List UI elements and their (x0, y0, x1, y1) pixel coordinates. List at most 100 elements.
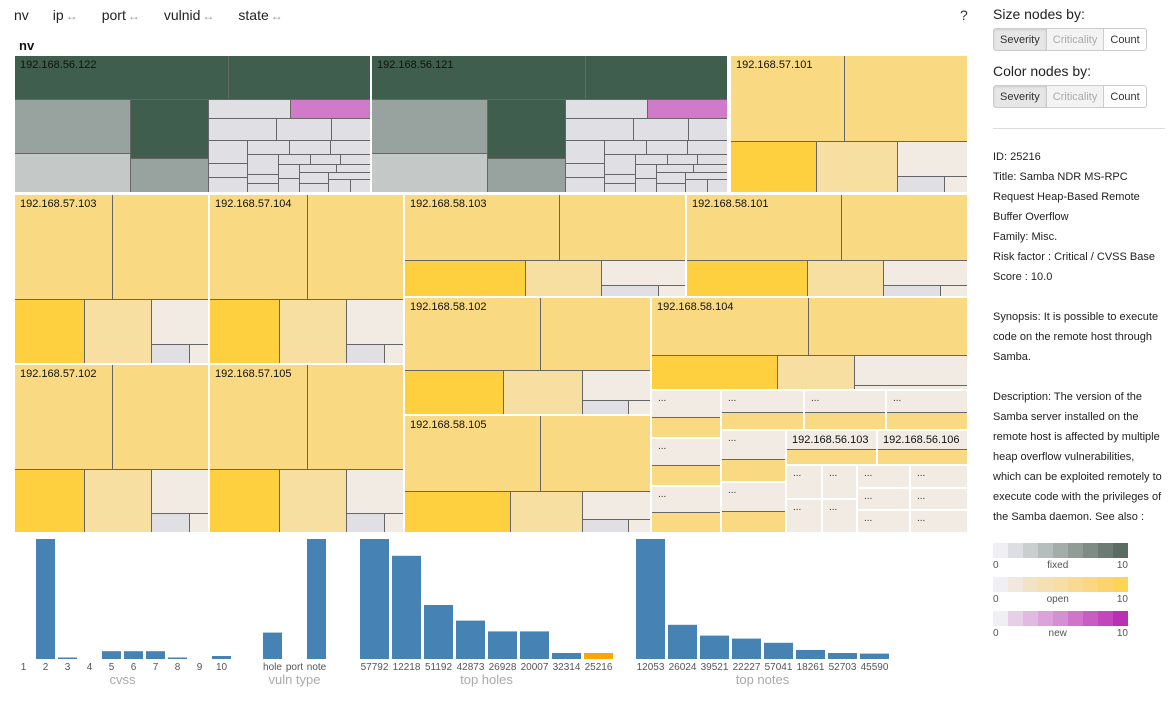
treemap-node[interactable] (130, 99, 209, 159)
treemap-node[interactable] (276, 118, 332, 141)
bar-top-notes-26024[interactable] (668, 624, 697, 659)
bar-top-holes-51192[interactable] (424, 605, 453, 659)
host-node[interactable]: 192.168.58.104 (651, 297, 968, 390)
treemap-node[interactable] (635, 178, 657, 192)
treemap-node[interactable] (278, 164, 300, 179)
treemap-node[interactable] (582, 400, 629, 414)
treemap-node[interactable] (510, 491, 583, 532)
host-node[interactable]: ... (786, 465, 822, 499)
treemap-node[interactable] (350, 179, 370, 192)
treemap-node[interactable] (687, 260, 808, 296)
nav-item-vulnid[interactable]: vulnid ↔ (164, 7, 215, 27)
treemap-node[interactable] (628, 400, 650, 414)
treemap-node[interactable] (189, 344, 208, 363)
host-node[interactable]: ... (822, 465, 857, 499)
bar-top-holes-25216[interactable] (584, 653, 613, 659)
host-node[interactable]: 192.168.58.101 (686, 194, 968, 297)
treemap-node[interactable] (278, 178, 300, 192)
breadcrumb[interactable]: nv (19, 38, 34, 53)
treemap-node[interactable] (601, 260, 685, 286)
treemap-node[interactable] (84, 469, 152, 532)
treemap-node[interactable] (346, 299, 403, 345)
drag-arrows-icon[interactable]: ↔ (128, 9, 140, 23)
new-vuln-node[interactable] (290, 99, 370, 119)
bar-cvss-6[interactable] (124, 651, 143, 659)
treemap-node[interactable] (112, 365, 208, 470)
bar-vuln-type-hole[interactable] (263, 632, 282, 659)
new-vuln-node[interactable] (647, 99, 727, 119)
bar-top-notes-39521[interactable] (700, 635, 729, 659)
treemap-node[interactable] (15, 469, 85, 532)
treemap-node[interactable] (854, 355, 967, 386)
treemap-node[interactable] (210, 469, 280, 532)
host-node[interactable]: 192.168.57.101 (730, 55, 968, 193)
treemap-node[interactable] (151, 299, 208, 345)
treemap-node[interactable] (307, 195, 403, 300)
treemap-node[interactable] (289, 140, 331, 155)
host-node[interactable]: 192.168.57.104 (209, 194, 404, 364)
host-node[interactable]: ... (857, 488, 910, 510)
treemap-node[interactable] (210, 299, 280, 363)
treemap-node[interactable] (84, 299, 152, 363)
bar-top-notes-18261[interactable] (796, 650, 825, 659)
size-count-button[interactable]: Count (1104, 28, 1147, 51)
host-node[interactable]: ... (651, 390, 721, 438)
bar-top-holes-20007[interactable] (520, 631, 549, 659)
treemap-node[interactable] (582, 491, 650, 520)
treemap-node[interactable] (685, 179, 708, 192)
color-severity-button[interactable]: Severity (993, 85, 1047, 108)
treemap-node[interactable] (15, 153, 131, 192)
treemap-node[interactable] (707, 179, 727, 192)
bar-top-notes-52703[interactable] (828, 653, 857, 659)
treemap-node[interactable] (525, 260, 602, 296)
treemap-node[interactable] (646, 140, 688, 155)
treemap-node[interactable] (559, 195, 685, 261)
treemap-node[interactable] (384, 344, 403, 363)
bar-top-holes-57792[interactable] (360, 539, 389, 659)
treemap-node[interactable] (247, 154, 279, 175)
treemap-node[interactable] (346, 469, 403, 514)
treemap-node[interactable] (687, 140, 727, 155)
size-severity-button[interactable]: Severity (993, 28, 1047, 51)
treemap-node[interactable] (540, 416, 650, 492)
treemap-node[interactable] (731, 141, 817, 192)
treemap-node[interactable] (330, 140, 370, 155)
treemap-node[interactable] (887, 412, 967, 429)
host-node[interactable]: ... (886, 390, 968, 430)
bar-cvss-7[interactable] (146, 651, 165, 659)
treemap-node[interactable] (247, 183, 279, 192)
treemap-node[interactable] (151, 344, 190, 363)
treemap-node[interactable] (883, 285, 941, 296)
treemap-node[interactable] (247, 140, 290, 155)
bar-cvss-3[interactable] (58, 657, 77, 660)
host-node[interactable]: ... (786, 499, 822, 533)
treemap-node[interactable] (487, 158, 566, 192)
treemap-node[interactable] (897, 141, 967, 177)
treemap-node[interactable] (565, 177, 605, 192)
treemap-node[interactable] (208, 140, 248, 164)
nav-item-nv[interactable]: nv (14, 7, 29, 27)
treemap-node[interactable] (944, 176, 967, 192)
treemap-node[interactable] (228, 56, 370, 100)
host-node[interactable]: ... (721, 390, 804, 430)
help-icon[interactable]: ? (960, 7, 968, 23)
bar-cvss-10[interactable] (212, 656, 231, 659)
bar-top-notes-12053[interactable] (636, 539, 665, 659)
treemap-node[interactable] (346, 344, 385, 363)
treemap-node[interactable] (652, 417, 720, 437)
bar-top-holes-32314[interactable] (552, 653, 581, 659)
bar-top-notes-57041[interactable] (764, 642, 793, 659)
treemap-node[interactable] (372, 153, 488, 192)
treemap-node[interactable] (565, 99, 648, 119)
bar-vuln-type-note[interactable] (307, 539, 326, 659)
treemap-node[interactable] (372, 99, 488, 154)
host-node[interactable]: ... (721, 482, 786, 533)
treemap-node[interactable] (940, 285, 967, 296)
host-node[interactable]: 192.168.56.103 (786, 430, 877, 465)
treemap-node[interactable] (540, 298, 650, 371)
host-node[interactable]: 192.168.57.102 (14, 364, 209, 533)
treemap-node[interactable] (582, 370, 650, 401)
treemap-node[interactable] (503, 370, 583, 414)
bar-cvss-8[interactable] (168, 657, 187, 660)
treemap-node[interactable] (658, 285, 685, 296)
